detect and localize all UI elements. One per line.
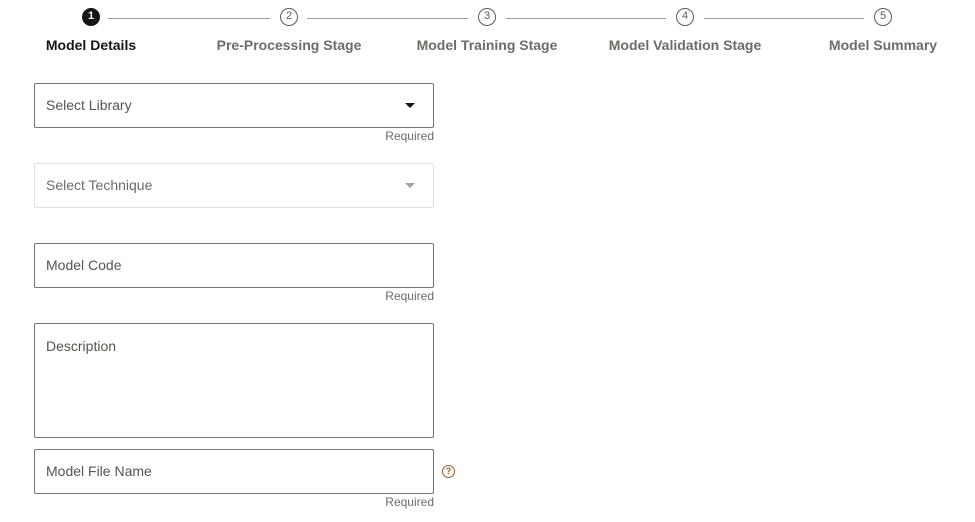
step-number-badge: 4	[676, 8, 694, 26]
step-number-badge: 3	[478, 8, 496, 26]
help-icon[interactable]: ?	[442, 465, 455, 478]
step-label: Pre-Processing Stage	[216, 37, 362, 53]
model-code-placeholder: Model Code	[46, 257, 122, 273]
caret-down-icon	[405, 103, 415, 108]
caret-down-icon	[405, 183, 415, 188]
train-step-model-validation[interactable]: 4 Model Validation Stage	[585, 8, 785, 53]
model-file-name-placeholder: Model File Name	[46, 463, 152, 479]
select-library-dropdown[interactable]: Select Library	[34, 83, 434, 128]
select-library-placeholder: Select Library	[46, 97, 132, 113]
step-label: Model Summary	[828, 37, 938, 53]
train-step-pre-processing[interactable]: 2 Pre-Processing Stage	[189, 8, 389, 53]
step-number-badge: 5	[874, 8, 892, 26]
model-file-name-required-text: Required	[385, 495, 434, 509]
model-code-required-text: Required	[385, 289, 434, 303]
select-library-required-text: Required	[385, 129, 434, 143]
train-step-model-summary[interactable]: 5 Model Summary	[783, 8, 975, 53]
step-label: Model Validation Stage	[608, 37, 762, 53]
step-label: Model Training Stage	[416, 37, 558, 53]
select-technique-dropdown[interactable]: Select Technique	[34, 163, 434, 208]
model-code-input[interactable]: Model Code	[34, 243, 434, 288]
train-step-model-details[interactable]: 1 Model Details	[0, 8, 191, 53]
step-number-badge: 1	[82, 8, 100, 26]
description-placeholder: Description	[46, 338, 117, 354]
step-label: Model Details	[45, 37, 137, 53]
description-textarea[interactable]: Description	[34, 323, 434, 438]
step-number-badge: 2	[280, 8, 298, 26]
model-file-name-input[interactable]: Model File Name	[34, 449, 434, 494]
select-technique-placeholder: Select Technique	[46, 177, 153, 193]
process-train: 1 Model Details 2 Pre-Processing Stage 3…	[0, 0, 975, 70]
train-step-model-training[interactable]: 3 Model Training Stage	[387, 8, 587, 53]
